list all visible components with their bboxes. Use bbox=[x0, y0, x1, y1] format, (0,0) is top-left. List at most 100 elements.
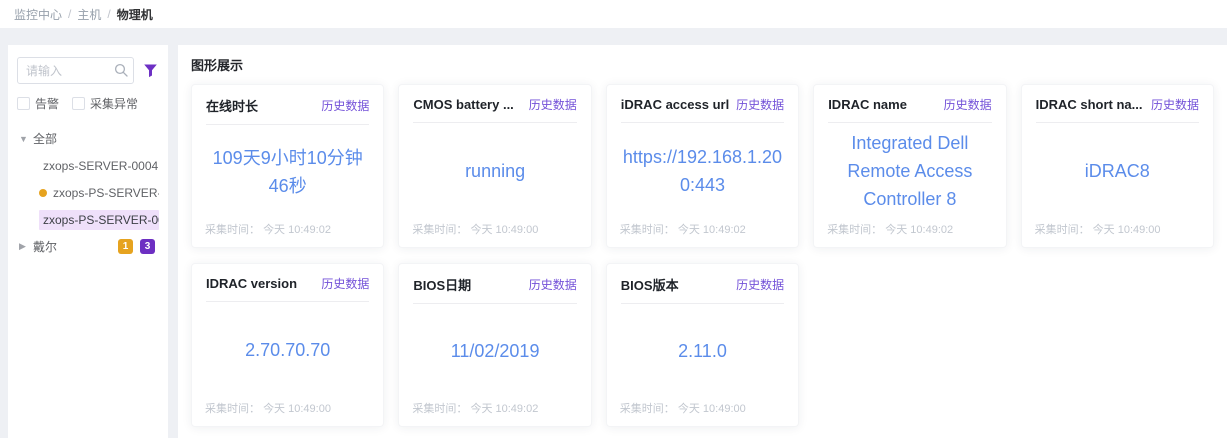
metric-card-header: CMOS battery ... 历史数据 bbox=[413, 85, 576, 123]
main-panel: 图形展示 在线时长 历史数据 109天9小时10分钟46秒 采集时间： 今天 1… bbox=[178, 45, 1227, 438]
metric-card-header: IDRAC short na... 历史数据 bbox=[1036, 85, 1199, 123]
filter-button[interactable] bbox=[141, 62, 159, 80]
search-box bbox=[17, 57, 134, 84]
breadcrumb-item-host[interactable]: 主机 bbox=[77, 6, 101, 23]
caret-down-icon[interactable]: ▼ bbox=[19, 134, 33, 144]
metric-card-title: BIOS日期 bbox=[413, 275, 471, 294]
metric-card: IDRAC short na... 历史数据 iDRAC8 采集时间： 今天 1… bbox=[1021, 84, 1214, 248]
tree-item-server-0004[interactable]: zxops-SERVER-0004 bbox=[17, 152, 159, 179]
metric-card-footer: 采集时间： 今天 10:49:02 bbox=[814, 221, 1005, 247]
metric-card-title: IDRAC version bbox=[206, 276, 297, 291]
tree-item-label: zxops-SERVER-0004 bbox=[43, 159, 158, 173]
history-data-link[interactable]: 历史数据 bbox=[321, 97, 369, 114]
collect-time-value: 今天 10:49:00 bbox=[263, 403, 331, 415]
collect-time-label: 采集时间： bbox=[205, 403, 260, 415]
metric-card-body: 2.70.70.70 bbox=[192, 302, 383, 400]
collect-time-value: 今天 10:49:02 bbox=[678, 224, 746, 236]
metric-card-header: BIOS版本 历史数据 bbox=[621, 264, 784, 304]
metric-card-header: IDRAC version 历史数据 bbox=[206, 264, 369, 302]
alarm-status-dot bbox=[39, 189, 47, 197]
breadcrumb: 监控中心 / 主机 / 物理机 bbox=[14, 6, 153, 23]
checkbox-label: 采集异常 bbox=[90, 95, 138, 112]
metric-card-body: 11/02/2019 bbox=[399, 304, 590, 400]
history-data-link[interactable]: 历史数据 bbox=[1151, 96, 1199, 113]
filter-funnel-icon bbox=[143, 63, 158, 78]
collect-time-label: 采集时间： bbox=[412, 224, 467, 236]
tree-item-all[interactable]: ▼ 全部 bbox=[17, 125, 159, 152]
collect-time-label: 采集时间： bbox=[412, 403, 467, 415]
metric-card-header: BIOS日期 历史数据 bbox=[413, 264, 576, 304]
metric-value: 109天9小时10分钟46秒 bbox=[204, 145, 371, 201]
tree-item-ps-server-0001[interactable]: zxops-PS-SERVER-0001 bbox=[17, 206, 159, 233]
collect-time-value: 今天 10:49:00 bbox=[470, 224, 538, 236]
metric-value: Integrated Dell Remote Access Controller… bbox=[826, 130, 993, 214]
metric-card: CMOS battery ... 历史数据 running 采集时间： 今天 1… bbox=[398, 84, 591, 248]
metric-card-body: running bbox=[399, 123, 590, 221]
metric-value: https://192.168.1.200:443 bbox=[619, 144, 786, 200]
metric-card: IDRAC name 历史数据 Integrated Dell Remote A… bbox=[813, 84, 1006, 248]
info-count-badge: 3 bbox=[140, 239, 155, 254]
warning-count-badge: 1 bbox=[118, 239, 133, 254]
metric-card-title: BIOS版本 bbox=[621, 275, 679, 294]
metric-card-footer: 采集时间： 今天 10:49:02 bbox=[607, 221, 798, 247]
metric-card-body: https://192.168.1.200:443 bbox=[607, 123, 798, 221]
checkbox-icon bbox=[17, 97, 30, 110]
sidebar: 告警 采集异常 ▼ 全部 zxops-SERVER-0004 zxops-PS-… bbox=[8, 45, 168, 438]
history-data-link[interactable]: 历史数据 bbox=[529, 276, 577, 293]
metric-card-body: 109天9小时10分钟46秒 bbox=[192, 125, 383, 221]
collect-time-value: 今天 10:49:00 bbox=[678, 403, 746, 415]
metric-card: iDRAC access url 历史数据 https://192.168.1.… bbox=[606, 84, 799, 248]
metric-value: 11/02/2019 bbox=[451, 338, 540, 366]
tree-item-label: zxops-PS-SERVER-0002 bbox=[53, 186, 159, 200]
breadcrumb-item-physical-machine: 物理机 bbox=[117, 6, 153, 23]
tree-item-label: zxops-PS-SERVER-0001 bbox=[39, 210, 159, 230]
metric-card-header: iDRAC access url 历史数据 bbox=[621, 85, 784, 123]
metric-card-footer: 采集时间： 今天 10:49:00 bbox=[607, 400, 798, 426]
tree-item-ps-server-0002[interactable]: zxops-PS-SERVER-0002 bbox=[17, 179, 159, 206]
metric-value: 2.70.70.70 bbox=[245, 337, 330, 365]
history-data-link[interactable]: 历史数据 bbox=[321, 275, 369, 292]
metric-card: BIOS日期 历史数据 11/02/2019 采集时间： 今天 10:49:02 bbox=[398, 263, 591, 427]
collect-time-label: 采集时间： bbox=[620, 224, 675, 236]
checkbox-alarm[interactable]: 告警 bbox=[17, 95, 59, 112]
metric-card-footer: 采集时间： 今天 10:49:02 bbox=[192, 221, 383, 247]
history-data-link[interactable]: 历史数据 bbox=[944, 96, 992, 113]
history-data-link[interactable]: 历史数据 bbox=[529, 96, 577, 113]
metric-value: 2.11.0 bbox=[678, 338, 727, 366]
metric-value: running bbox=[465, 158, 525, 186]
caret-right-icon[interactable]: ▶ bbox=[19, 241, 33, 252]
collect-time-label: 采集时间： bbox=[1035, 224, 1090, 236]
metric-card-header: 在线时长 历史数据 bbox=[206, 85, 369, 125]
top-bar: 监控中心 / 主机 / 物理机 bbox=[0, 0, 1227, 28]
metric-card-footer: 采集时间： 今天 10:49:00 bbox=[399, 221, 590, 247]
metric-card: BIOS版本 历史数据 2.11.0 采集时间： 今天 10:49:00 bbox=[606, 263, 799, 427]
tree-item-dell[interactable]: ▶ 戴尔 1 3 bbox=[17, 233, 159, 260]
badge-group: 1 3 bbox=[118, 239, 159, 254]
history-data-link[interactable]: 历史数据 bbox=[736, 96, 784, 113]
metric-card: IDRAC version 历史数据 2.70.70.70 采集时间： 今天 1… bbox=[191, 263, 384, 427]
metric-card: 在线时长 历史数据 109天9小时10分钟46秒 采集时间： 今天 10:49:… bbox=[191, 84, 384, 248]
metric-card-footer: 采集时间： 今天 10:49:00 bbox=[1022, 221, 1213, 247]
collect-time-value: 今天 10:49:02 bbox=[885, 224, 953, 236]
collect-time-label: 采集时间： bbox=[827, 224, 882, 236]
history-data-link[interactable]: 历史数据 bbox=[736, 276, 784, 293]
breadcrumb-separator: / bbox=[107, 7, 110, 21]
metric-value: iDRAC8 bbox=[1085, 158, 1150, 186]
metric-cards-grid: 在线时长 历史数据 109天9小时10分钟46秒 采集时间： 今天 10:49:… bbox=[191, 84, 1214, 427]
checkbox-collect-abnormal[interactable]: 采集异常 bbox=[72, 95, 138, 112]
metric-card-footer: 采集时间： 今天 10:49:02 bbox=[399, 400, 590, 426]
collect-time-value: 今天 10:49:02 bbox=[470, 403, 538, 415]
search-input[interactable] bbox=[17, 57, 134, 84]
checkbox-icon bbox=[72, 97, 85, 110]
metric-card-title: CMOS battery ... bbox=[413, 97, 513, 112]
metric-card-title: 在线时长 bbox=[206, 96, 258, 115]
metric-card-title: iDRAC access url bbox=[621, 97, 729, 112]
tree-item-label: 全部 bbox=[33, 130, 57, 147]
collect-time-value: 今天 10:49:02 bbox=[263, 224, 331, 236]
section-title: 图形展示 bbox=[191, 55, 1214, 74]
breadcrumb-item-monitor-center[interactable]: 监控中心 bbox=[14, 6, 62, 23]
metric-card-title: IDRAC short na... bbox=[1036, 97, 1143, 112]
search-row bbox=[17, 57, 159, 84]
filter-checkboxes: 告警 采集异常 bbox=[17, 95, 159, 112]
metric-card-body: 2.11.0 bbox=[607, 304, 798, 400]
